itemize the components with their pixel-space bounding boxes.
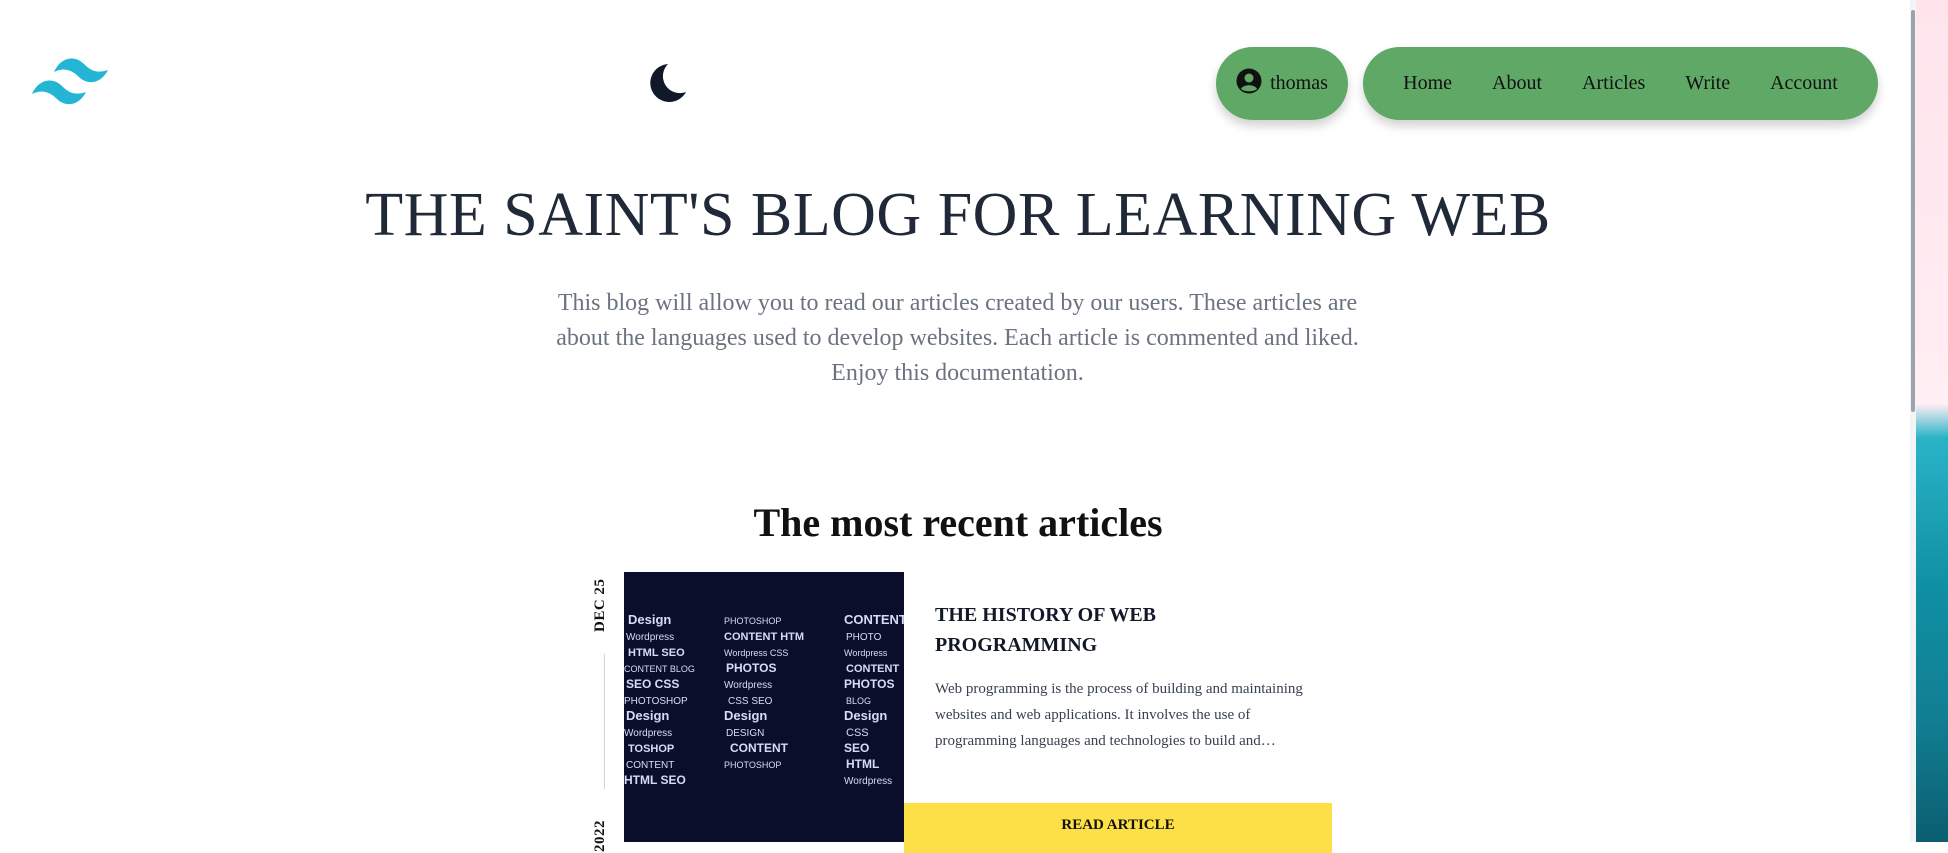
svg-text:CONTENT: CONTENT (846, 663, 899, 675)
nav-about-link[interactable]: About (1492, 72, 1542, 95)
page-title: THE SAINT'S BLOG FOR LEARNING WEB (365, 181, 1551, 249)
svg-text:Design: Design (844, 708, 887, 723)
svg-text:Wordpress: Wordpress (844, 648, 888, 658)
article-date: DEC 25 2022 (590, 572, 620, 852)
svg-text:Wordpress: Wordpress (724, 680, 772, 691)
svg-text:Wordpress CSS: Wordpress CSS (724, 648, 788, 658)
article-date-day: DEC 25 (592, 578, 608, 632)
svg-text:DESIGN: DESIGN (726, 728, 764, 739)
svg-text:TOSHOP: TOSHOP (628, 743, 674, 755)
nav-articles-link[interactable]: Articles (1582, 72, 1645, 95)
svg-text:Wordpress: Wordpress (624, 728, 672, 739)
svg-text:CSS: CSS (846, 727, 869, 739)
svg-text:HTML SEO: HTML SEO (628, 647, 685, 659)
svg-text:HTML SEO: HTML SEO (624, 773, 686, 787)
svg-text:Wordpress: Wordpress (626, 632, 674, 643)
user-account-button[interactable]: thomas (1216, 47, 1348, 120)
username-label: thomas (1270, 72, 1328, 94)
svg-text:SEO: SEO (844, 741, 869, 755)
svg-text:Design: Design (626, 708, 669, 723)
svg-text:PHOTOS: PHOTOS (726, 661, 776, 675)
article-date-year: 2022 (592, 820, 608, 852)
article-cover-image[interactable]: Design Wordpress HTML SEO CONTENT BLOG S… (624, 572, 904, 842)
hero-description: This blog will allow you to read our art… (556, 290, 1359, 386)
decorative-side-strip (1916, 0, 1948, 842)
svg-text:PHOTOSHOP: PHOTOSHOP (624, 696, 688, 707)
date-divider (604, 654, 605, 789)
svg-text:CONTENT: CONTENT (730, 741, 789, 755)
moon-icon[interactable] (646, 62, 688, 104)
recent-articles-heading: The most recent articles (753, 500, 1163, 545)
svg-text:PHOTOSHOP: PHOTOSHOP (724, 616, 781, 626)
svg-text:HTML: HTML (846, 757, 879, 771)
nav-home-link[interactable]: Home (1403, 72, 1452, 95)
svg-text:PHOTO: PHOTO (846, 632, 882, 643)
svg-text:Wordpress: Wordpress (844, 776, 892, 787)
svg-text:BLOG: BLOG (846, 696, 871, 706)
svg-text:PHOTOSHOP: PHOTOSHOP (724, 760, 781, 770)
nav-write-link[interactable]: Write (1685, 72, 1730, 95)
svg-text:CONTENT BLOG: CONTENT BLOG (624, 664, 695, 674)
read-article-button[interactable]: READ ARTICLE (904, 803, 1332, 853)
article-excerpt: Web programming is the process of buildi… (935, 681, 1303, 749)
svg-text:Design: Design (628, 612, 671, 627)
nav-account-link[interactable]: Account (1770, 72, 1838, 95)
svg-text:Design: Design (724, 708, 767, 723)
main-nav: Home About Articles Write Account (1363, 47, 1878, 120)
tailwind-waves-icon[interactable] (30, 52, 120, 108)
user-circle-icon (1236, 68, 1262, 100)
article-title[interactable]: THE HISTORY OF WEB PROGRAMMING (935, 600, 1305, 660)
svg-text:CSS SEO: CSS SEO (728, 696, 773, 707)
svg-text:CONTENT HTM: CONTENT HTM (724, 631, 804, 643)
svg-text:CONTENT: CONTENT (844, 612, 904, 627)
svg-text:PHOTOS: PHOTOS (844, 677, 894, 691)
svg-text:SEO CSS: SEO CSS (626, 677, 679, 691)
svg-text:CONTENT: CONTENT (626, 760, 674, 771)
article-card-body: THE HISTORY OF WEB PROGRAMMING Web progr… (935, 600, 1305, 754)
